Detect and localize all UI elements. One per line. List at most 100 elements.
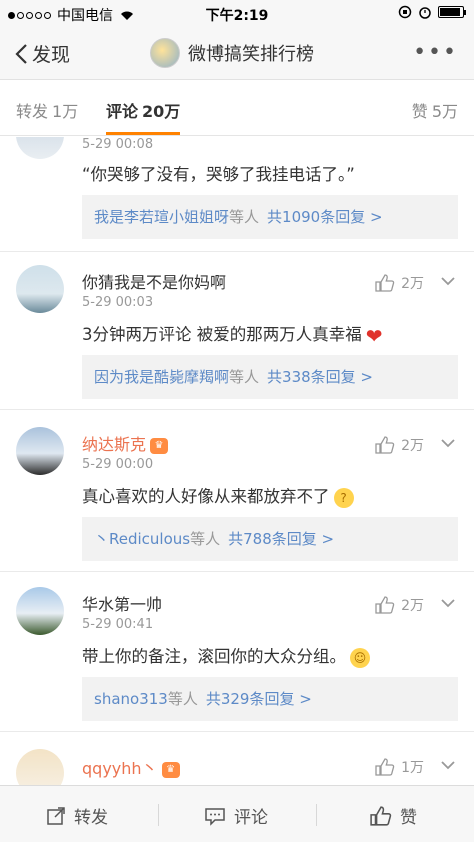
reply-user[interactable]: 我是李若瑄小姐姐呀 xyxy=(94,208,229,226)
tab-like-count: 5万 xyxy=(431,102,458,121)
battery-icon xyxy=(438,6,466,18)
status-right xyxy=(398,5,466,19)
comment-time: 5-29 00:03 xyxy=(82,295,154,310)
reply-count[interactable]: 共788条回复 > xyxy=(228,530,334,548)
comment-user-name[interactable]: 纳达斯克 ♛ xyxy=(82,431,169,455)
reply-summary[interactable]: 因为我是酷毙摩羯啊等人 共338条回复 > xyxy=(82,355,458,399)
divider xyxy=(158,804,159,826)
comment-user-name[interactable]: 华水第一帅 xyxy=(82,591,162,615)
thumbs-up-icon xyxy=(375,274,395,292)
reply-user[interactable]: 因为我是酷毙摩羯啊 xyxy=(94,368,229,386)
comment-text: 3分钟两万评论 被爱的那两万人真幸福 ❤ xyxy=(82,321,458,346)
avatar[interactable] xyxy=(16,427,64,475)
status-bar: 中国电信 下午2:19 xyxy=(0,0,474,28)
comment-icon xyxy=(205,807,225,826)
thumbs-up-icon xyxy=(370,805,392,826)
chevron-down-icon[interactable] xyxy=(440,755,456,774)
chevron-down-icon[interactable] xyxy=(440,271,456,290)
like-count: 2万 xyxy=(401,598,424,614)
reply-suffix: 等人 xyxy=(190,530,221,548)
tab-like-label: 赞 xyxy=(411,102,428,121)
comment-item: 华水第一帅 2万 5-29 00:41 带上你的备注，滚回你的大众分组。 ☺ sh… xyxy=(0,587,474,737)
comment-user-name-text: qqyyhh丶 xyxy=(82,759,158,778)
reply-summary[interactable]: shano313等人 共329条回复 > xyxy=(82,677,458,721)
comment-item: 你猜我是不是你妈啊 2万 5-29 00:03 3分钟两万评论 被爱的那两万人真… xyxy=(0,265,474,415)
account-avatar xyxy=(150,38,180,68)
like-button[interactable]: 2万 xyxy=(375,435,424,455)
tab-comment-count: 20万 xyxy=(142,102,181,121)
reply-user[interactable]: 丶Rediculous xyxy=(94,530,190,548)
reply-summary[interactable]: 我是李若瑄小姐姐呀等人 共1090条回复 > xyxy=(82,195,458,239)
page-title: 微博搞笑排行榜 xyxy=(188,44,314,65)
comment-item: 纳达斯克 ♛ 2万 5-29 00:00 真心喜欢的人好像从来都放弃不了? 丶Re… xyxy=(0,427,474,577)
divider xyxy=(0,731,474,732)
avatar[interactable] xyxy=(16,265,64,313)
thinking-emoji-icon: ? xyxy=(333,487,354,508)
avatar[interactable] xyxy=(16,587,64,635)
like-button[interactable]: 1万 xyxy=(375,757,424,777)
like-count: 1万 xyxy=(401,760,424,776)
comment-text-body: 带上你的备注，滚回你的大众分组。 xyxy=(82,647,346,666)
like-post-button[interactable]: 赞 xyxy=(370,803,417,828)
comment-text-body: 真心喜欢的人好像从来都放弃不了 xyxy=(82,487,330,506)
comment-user-name-text: 纳达斯克 xyxy=(82,435,147,454)
chevron-left-icon xyxy=(15,43,27,64)
heart-emoji-icon: ❤ xyxy=(365,323,383,348)
tab-comment[interactable]: 评论 20万 xyxy=(106,98,181,135)
chevron-down-icon[interactable] xyxy=(440,433,456,452)
reply-summary[interactable]: 丶Rediculous等人 共788条回复 > xyxy=(82,517,458,561)
post-tabs: 转发 1万 评论 20万 赞 5万 xyxy=(0,80,474,136)
smile-emoji-icon: ☺ xyxy=(350,647,370,668)
chevron-down-icon[interactable] xyxy=(440,593,456,612)
avatar[interactable] xyxy=(16,749,64,785)
more-button[interactable]: ••• xyxy=(413,40,458,65)
comment-button[interactable]: 评论 xyxy=(204,803,268,828)
comment-time: 5-29 00:08 xyxy=(82,137,154,152)
like-button[interactable]: 2万 xyxy=(375,595,424,615)
reply-count[interactable]: 共338条回复 > xyxy=(267,368,373,386)
forward-label: 转发 xyxy=(74,808,108,828)
tab-forward-count: 1万 xyxy=(52,102,79,121)
divider xyxy=(0,409,474,410)
orientation-lock-icon xyxy=(398,5,412,19)
comment-list[interactable]: 5-29 00:08 “你哭够了没有，哭够了我挂电话了。” 我是李若瑄小姐姐呀等… xyxy=(0,137,474,785)
share-icon xyxy=(47,806,65,825)
back-button[interactable]: 发现 xyxy=(14,40,70,67)
thumbs-up-icon xyxy=(375,436,395,454)
vip-badge-icon: ♛ xyxy=(161,761,180,778)
reply-user[interactable]: shano313 xyxy=(94,690,168,708)
tab-forward[interactable]: 转发 1万 xyxy=(16,98,78,122)
thumbs-up-icon xyxy=(375,758,395,776)
bottom-action-bar: 转发 评论 赞 xyxy=(0,785,474,842)
reply-count[interactable]: 共1090条回复 > xyxy=(267,208,383,226)
comment-item: 5-29 00:08 “你哭够了没有，哭够了我挂电话了。” 我是李若瑄小姐姐呀等… xyxy=(0,137,474,239)
avatar[interactable] xyxy=(16,137,64,159)
comment-time: 5-29 00:41 xyxy=(82,617,154,632)
thumbs-up-icon xyxy=(375,596,395,614)
back-label: 发现 xyxy=(32,44,71,66)
reply-count[interactable]: 共329条回复 > xyxy=(206,690,312,708)
like-button[interactable]: 2万 xyxy=(375,273,424,293)
divider xyxy=(0,571,474,572)
comment-text: 带上你的备注，滚回你的大众分组。 ☺ xyxy=(82,643,458,668)
divider xyxy=(0,251,474,252)
comment-time: 5-29 00:00 xyxy=(82,457,154,472)
like-count: 2万 xyxy=(401,438,424,454)
comment-text: “你哭够了没有，哭够了我挂电话了。” xyxy=(82,165,355,184)
forward-button[interactable]: 转发 xyxy=(46,803,108,828)
page-title-group[interactable]: 微博搞笑排行榜 xyxy=(150,38,314,68)
reply-suffix: 等人 xyxy=(229,368,260,386)
tab-forward-label: 转发 xyxy=(16,102,49,121)
comment-item: qqyyhh丶 ♛ 1万 xyxy=(0,749,474,785)
comment-user-name[interactable]: 你猜我是不是你妈啊 xyxy=(82,269,226,293)
like-label: 赞 xyxy=(400,808,417,828)
comment-label: 评论 xyxy=(234,808,268,828)
reply-suffix: 等人 xyxy=(229,208,260,226)
comment-user-name[interactable]: qqyyhh丶 ♛ xyxy=(82,755,180,779)
tab-like[interactable]: 赞 5万 xyxy=(412,98,458,122)
tab-comment-label: 评论 xyxy=(106,102,139,121)
comment-text-body: 3分钟两万评论 被爱的那两万人真幸福 xyxy=(82,325,362,344)
alarm-icon xyxy=(419,7,431,19)
nav-bar: 发现 微博搞笑排行榜 ••• xyxy=(0,28,474,80)
divider xyxy=(316,804,317,826)
